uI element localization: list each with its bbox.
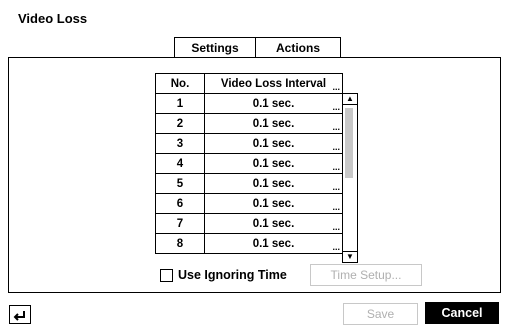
cancel-button[interactable]: Cancel — [425, 302, 499, 324]
interval-value: 0.1 sec. — [252, 117, 295, 130]
footer-divider — [8, 292, 500, 293]
time-setup-button[interactable]: Time Setup... — [310, 264, 422, 286]
row-number: 8 — [155, 233, 205, 254]
row-number: 5 — [155, 173, 205, 194]
interval-cell[interactable]: 0.1 sec.... — [204, 233, 343, 254]
column-header-no: No. — [155, 73, 205, 94]
table-row: 7 0.1 sec.... — [155, 213, 343, 234]
video-loss-table: No. Video Loss Interval ... 1 0.1 sec...… — [155, 73, 343, 254]
row-number: 7 — [155, 213, 205, 234]
header-ellipsis-button[interactable]: ... — [332, 83, 340, 92]
interval-value: 0.1 sec. — [252, 157, 295, 170]
interval-value: 0.1 sec. — [252, 97, 295, 110]
use-ignoring-time-option[interactable]: Use Ignoring Time — [160, 268, 287, 282]
interval-ellipsis-button[interactable]: ... — [332, 243, 340, 252]
table-scrollbar[interactable]: ▲ ▼ — [342, 93, 358, 263]
interval-value: 0.1 sec. — [252, 237, 295, 250]
interval-ellipsis-button[interactable]: ... — [332, 123, 340, 132]
triangle-up-icon[interactable]: ▲ — [343, 94, 357, 105]
row-number: 3 — [155, 133, 205, 154]
table-row: 5 0.1 sec.... — [155, 173, 343, 194]
table-row: 8 0.1 sec.... — [155, 233, 343, 254]
column-header-interval-label: Video Loss Interval — [220, 77, 327, 90]
interval-ellipsis-button[interactable]: ... — [332, 163, 340, 172]
scrollbar-thumb[interactable] — [345, 108, 353, 178]
interval-cell[interactable]: 0.1 sec.... — [204, 133, 343, 154]
interval-ellipsis-button[interactable]: ... — [332, 223, 340, 232]
video-loss-dialog: Video Loss Settings Actions No. Video Lo… — [0, 0, 508, 330]
row-number: 2 — [155, 113, 205, 134]
table-row: 2 0.1 sec.... — [155, 113, 343, 134]
use-ignoring-time-checkbox[interactable] — [160, 268, 173, 282]
save-button[interactable]: Save — [343, 303, 418, 325]
table-header-row: No. Video Loss Interval ... — [155, 73, 343, 94]
interval-ellipsis-button[interactable]: ... — [332, 103, 340, 112]
interval-value: 0.1 sec. — [252, 197, 295, 210]
table-row: 6 0.1 sec.... — [155, 193, 343, 214]
row-number: 4 — [155, 153, 205, 174]
back-button[interactable] — [9, 305, 31, 324]
interval-cell[interactable]: 0.1 sec.... — [204, 93, 343, 114]
interval-ellipsis-button[interactable]: ... — [332, 143, 340, 152]
triangle-down-icon[interactable]: ▼ — [343, 251, 357, 262]
row-number: 1 — [155, 93, 205, 114]
interval-ellipsis-button[interactable]: ... — [332, 203, 340, 212]
dialog-title: Video Loss — [18, 11, 88, 26]
tab-settings[interactable]: Settings — [174, 37, 256, 58]
row-number: 6 — [155, 193, 205, 214]
table-row: 3 0.1 sec.... — [155, 133, 343, 154]
table-row: 1 0.1 sec.... — [155, 93, 343, 114]
interval-cell[interactable]: 0.1 sec.... — [204, 173, 343, 194]
use-ignoring-time-label: Use Ignoring Time — [178, 268, 287, 282]
interval-cell[interactable]: 0.1 sec.... — [204, 113, 343, 134]
interval-value: 0.1 sec. — [252, 137, 295, 150]
tab-bar: Settings Actions — [174, 37, 341, 58]
tab-actions[interactable]: Actions — [255, 37, 341, 58]
column-header-interval[interactable]: Video Loss Interval ... — [204, 73, 343, 94]
interval-cell[interactable]: 0.1 sec.... — [204, 193, 343, 214]
interval-ellipsis-button[interactable]: ... — [332, 183, 340, 192]
interval-value: 0.1 sec. — [252, 217, 295, 230]
back-arrow-icon — [13, 310, 25, 321]
interval-value: 0.1 sec. — [252, 177, 295, 190]
interval-cell[interactable]: 0.1 sec.... — [204, 213, 343, 234]
table-row: 4 0.1 sec.... — [155, 153, 343, 174]
interval-cell[interactable]: 0.1 sec.... — [204, 153, 343, 174]
